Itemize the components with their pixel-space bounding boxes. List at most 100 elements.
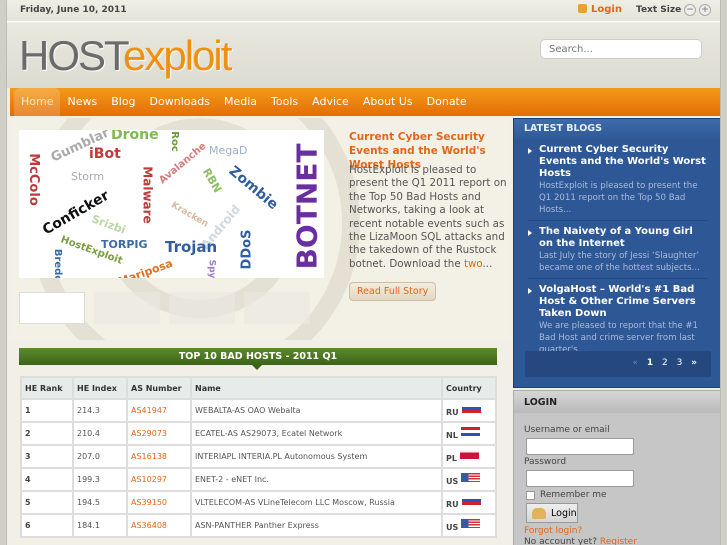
image-word: McColo bbox=[25, 153, 41, 206]
login-panel: LOGIN Username or email Password Remembe… bbox=[513, 390, 720, 545]
text-size-decrease-icon[interactable]: − bbox=[684, 4, 696, 16]
pager-page-2[interactable]: 2 bbox=[662, 358, 668, 368]
site-logo[interactable]: HOSTexploit bbox=[19, 32, 232, 80]
as-number-link[interactable]: AS29073 bbox=[128, 423, 190, 444]
country-code: NL bbox=[446, 431, 458, 440]
image-word: Spy bbox=[206, 259, 217, 278]
he-rank: 1 bbox=[22, 400, 72, 421]
flag-icon bbox=[461, 404, 481, 413]
logo-host: HOST bbox=[19, 32, 125, 79]
featured-more-link[interactable]: two bbox=[464, 258, 483, 270]
col-he-rank: HE Rank bbox=[22, 378, 72, 398]
blog-pager: « 1 2 3 » bbox=[525, 351, 711, 377]
slide-thumbnail[interactable] bbox=[169, 292, 235, 324]
login-heading: LOGIN bbox=[514, 391, 720, 413]
he-index: 210.4 bbox=[74, 423, 126, 444]
country-cell: RU bbox=[443, 400, 495, 421]
blog-title[interactable]: Current Cyber Security Events and the Wo… bbox=[539, 144, 708, 180]
table-header-row: HE Rank HE Index AS Number Name Country bbox=[22, 378, 495, 398]
text-size-increase-icon[interactable]: + bbox=[699, 4, 711, 16]
as-number-link[interactable]: AS39150 bbox=[128, 492, 190, 513]
he-rank: 6 bbox=[22, 515, 72, 536]
slide-thumbnails bbox=[19, 292, 310, 324]
table-title: TOP 10 BAD HOSTS - 2011 Q1 bbox=[19, 348, 497, 370]
nav-media[interactable]: Media bbox=[217, 88, 264, 116]
col-he-index: HE Index bbox=[74, 378, 126, 398]
as-number-link[interactable]: AS16138 bbox=[128, 446, 190, 467]
pager-page-3[interactable]: 3 bbox=[677, 358, 683, 368]
as-number-link[interactable]: AS36408 bbox=[128, 515, 190, 536]
featured-image[interactable]: Gumblar Drone Roc MegaD iBot McColo Stor… bbox=[19, 130, 324, 278]
country-code: RU bbox=[446, 500, 459, 509]
latest-blogs: LATEST BLOGS Current Cyber Security Even… bbox=[513, 118, 720, 388]
nav-about-us[interactable]: About Us bbox=[356, 88, 420, 116]
login-button[interactable]: Login bbox=[526, 503, 578, 523]
nav-downloads[interactable]: Downloads bbox=[143, 88, 217, 116]
bad-hosts-table: HE Rank HE Index AS Number Name Country … bbox=[20, 376, 497, 538]
host-name: ENET-2 - eNET Inc. bbox=[192, 469, 441, 490]
search-input[interactable] bbox=[540, 39, 702, 59]
he-rank: 3 bbox=[22, 446, 72, 467]
nav-advice[interactable]: Advice bbox=[305, 88, 356, 116]
table-row: 2 210.4 AS29073 ECATEL-AS AS29073, Ecate… bbox=[22, 423, 495, 444]
blog-title[interactable]: The Naivety of a Young Girl on the Inter… bbox=[539, 226, 708, 250]
register-link[interactable]: Register bbox=[600, 537, 637, 545]
top-bar: Friday, June 10, 2011 Login Text Size − … bbox=[7, 0, 720, 22]
nav-home[interactable]: Home bbox=[14, 88, 61, 116]
blog-title[interactable]: VolgaHost – World's #1 Bad Host & Other … bbox=[539, 284, 708, 320]
flag-icon bbox=[461, 519, 481, 528]
flag-icon bbox=[461, 473, 481, 482]
as-number-link[interactable]: AS41947 bbox=[128, 400, 190, 421]
image-word: MegaD bbox=[209, 144, 248, 157]
host-name: WEBALTA-AS OAO Webalta bbox=[192, 400, 441, 421]
image-word: Malware bbox=[140, 166, 155, 224]
username-label: Username or email bbox=[524, 425, 610, 435]
login-button-label: Login bbox=[551, 508, 577, 519]
country-cell: RU bbox=[443, 492, 495, 513]
username-input[interactable] bbox=[526, 438, 634, 455]
password-input[interactable] bbox=[526, 470, 634, 487]
nav-blog[interactable]: Blog bbox=[104, 88, 142, 116]
flag-icon bbox=[460, 427, 480, 436]
flag-icon bbox=[459, 450, 479, 459]
col-country: Country bbox=[443, 378, 495, 398]
pager-next[interactable]: » bbox=[691, 358, 697, 368]
blog-item[interactable]: The Naivety of a Young Girl on the Inter… bbox=[528, 221, 708, 279]
featured-excerpt: HostExploit is pleased to present the Q1… bbox=[349, 164, 509, 271]
he-index: 214.3 bbox=[74, 400, 126, 421]
top-login-link[interactable]: Login bbox=[578, 4, 622, 15]
featured-body: HostExploit is pleased to present the Q1… bbox=[349, 164, 507, 270]
nav-tools[interactable]: Tools bbox=[264, 88, 305, 116]
pager-page-1[interactable]: 1 bbox=[647, 358, 653, 368]
country-cell: US bbox=[443, 515, 495, 536]
latest-blogs-heading: LATEST BLOGS bbox=[514, 119, 720, 139]
image-word: Drone bbox=[111, 130, 159, 143]
image-word: RBN bbox=[199, 165, 225, 196]
remember-me-checkbox[interactable] bbox=[526, 491, 535, 500]
page: Friday, June 10, 2011 Login Text Size − … bbox=[6, 0, 721, 545]
header: HOSTexploit bbox=[7, 23, 720, 88]
blog-excerpt: HostExploit is pleased to present the Q1… bbox=[539, 181, 698, 215]
forgot-login-link[interactable]: Forgot login? bbox=[524, 526, 582, 536]
slide-thumbnail[interactable] bbox=[244, 292, 310, 324]
blog-item[interactable]: VolgaHost – World's #1 Bad Host & Other … bbox=[528, 279, 708, 361]
blog-excerpt: Last July the story of Jessi ‘Slaughter’… bbox=[539, 251, 700, 273]
lock-icon bbox=[578, 4, 587, 13]
image-word: Conficker bbox=[39, 187, 112, 239]
slide-thumbnail[interactable] bbox=[94, 292, 160, 324]
blog-item[interactable]: Current Cyber Security Events and the Wo… bbox=[528, 139, 708, 221]
read-full-story-button[interactable]: Read Full Story bbox=[349, 282, 437, 301]
nav-donate[interactable]: Donate bbox=[420, 88, 474, 116]
pager-prev[interactable]: « bbox=[632, 358, 638, 368]
image-word: Storm bbox=[71, 170, 105, 183]
image-word: Trojan bbox=[165, 238, 218, 256]
country-cell: US bbox=[443, 469, 495, 490]
as-number-link[interactable]: AS10297 bbox=[128, 469, 190, 490]
slide-thumbnail[interactable] bbox=[19, 292, 85, 324]
he-rank: 5 bbox=[22, 492, 72, 513]
nav-news[interactable]: News bbox=[60, 88, 104, 116]
country-code: US bbox=[446, 523, 459, 532]
he-rank: 4 bbox=[22, 469, 72, 490]
host-name: ECATEL-AS AS29073, Ecatel Network bbox=[192, 423, 441, 444]
featured-story: Gumblar Drone Roc MegaD iBot McColo Stor… bbox=[10, 118, 510, 340]
